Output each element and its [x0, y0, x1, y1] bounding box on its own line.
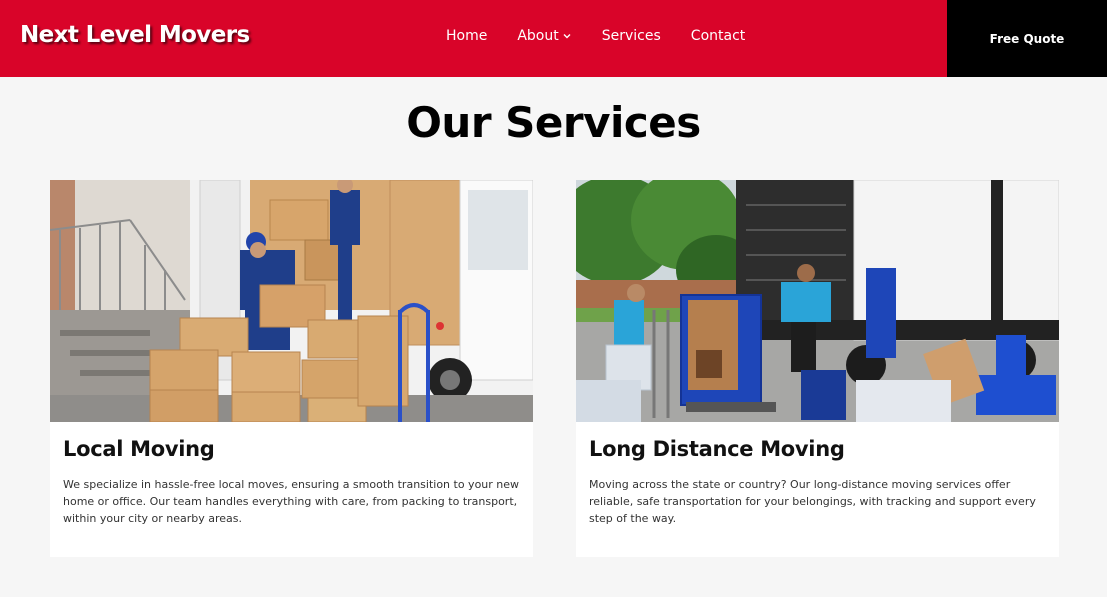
nav-services-label: Services [601, 28, 661, 44]
service-card-local: Local Moving We specialize in hassle-fre… [50, 180, 533, 557]
free-quote-button[interactable]: Free Quote [947, 0, 1107, 77]
chevron-down-icon [563, 34, 571, 39]
nav-services[interactable]: Services [602, 28, 661, 44]
site-header: Next Level Movers Home About Services Co… [0, 0, 1107, 77]
nav-home-label: Home [446, 28, 488, 44]
card-title: Long Distance Moving [589, 437, 845, 461]
nav-contact-label: Contact [690, 28, 746, 44]
page-title: Our Services [406, 98, 701, 147]
card-description: We specialize in hassle-free local moves… [63, 478, 520, 525]
service-card-long-distance: Long Distance Moving Moving across the s… [576, 180, 1059, 557]
movers-loading-truck-image [576, 180, 1059, 422]
main-nav: Home About Services Contact [446, 28, 775, 44]
nav-contact[interactable]: Contact [691, 28, 745, 44]
movers-unloading-van-image [50, 180, 533, 422]
nav-about[interactable]: About [517, 28, 571, 44]
nav-about-label: About [517, 28, 559, 44]
card-title: Local Moving [63, 437, 215, 461]
brand-logo[interactable]: Next Level Movers [20, 22, 250, 48]
card-description: Moving across the state or country? Our … [589, 478, 1036, 525]
nav-home[interactable]: Home [446, 28, 487, 44]
